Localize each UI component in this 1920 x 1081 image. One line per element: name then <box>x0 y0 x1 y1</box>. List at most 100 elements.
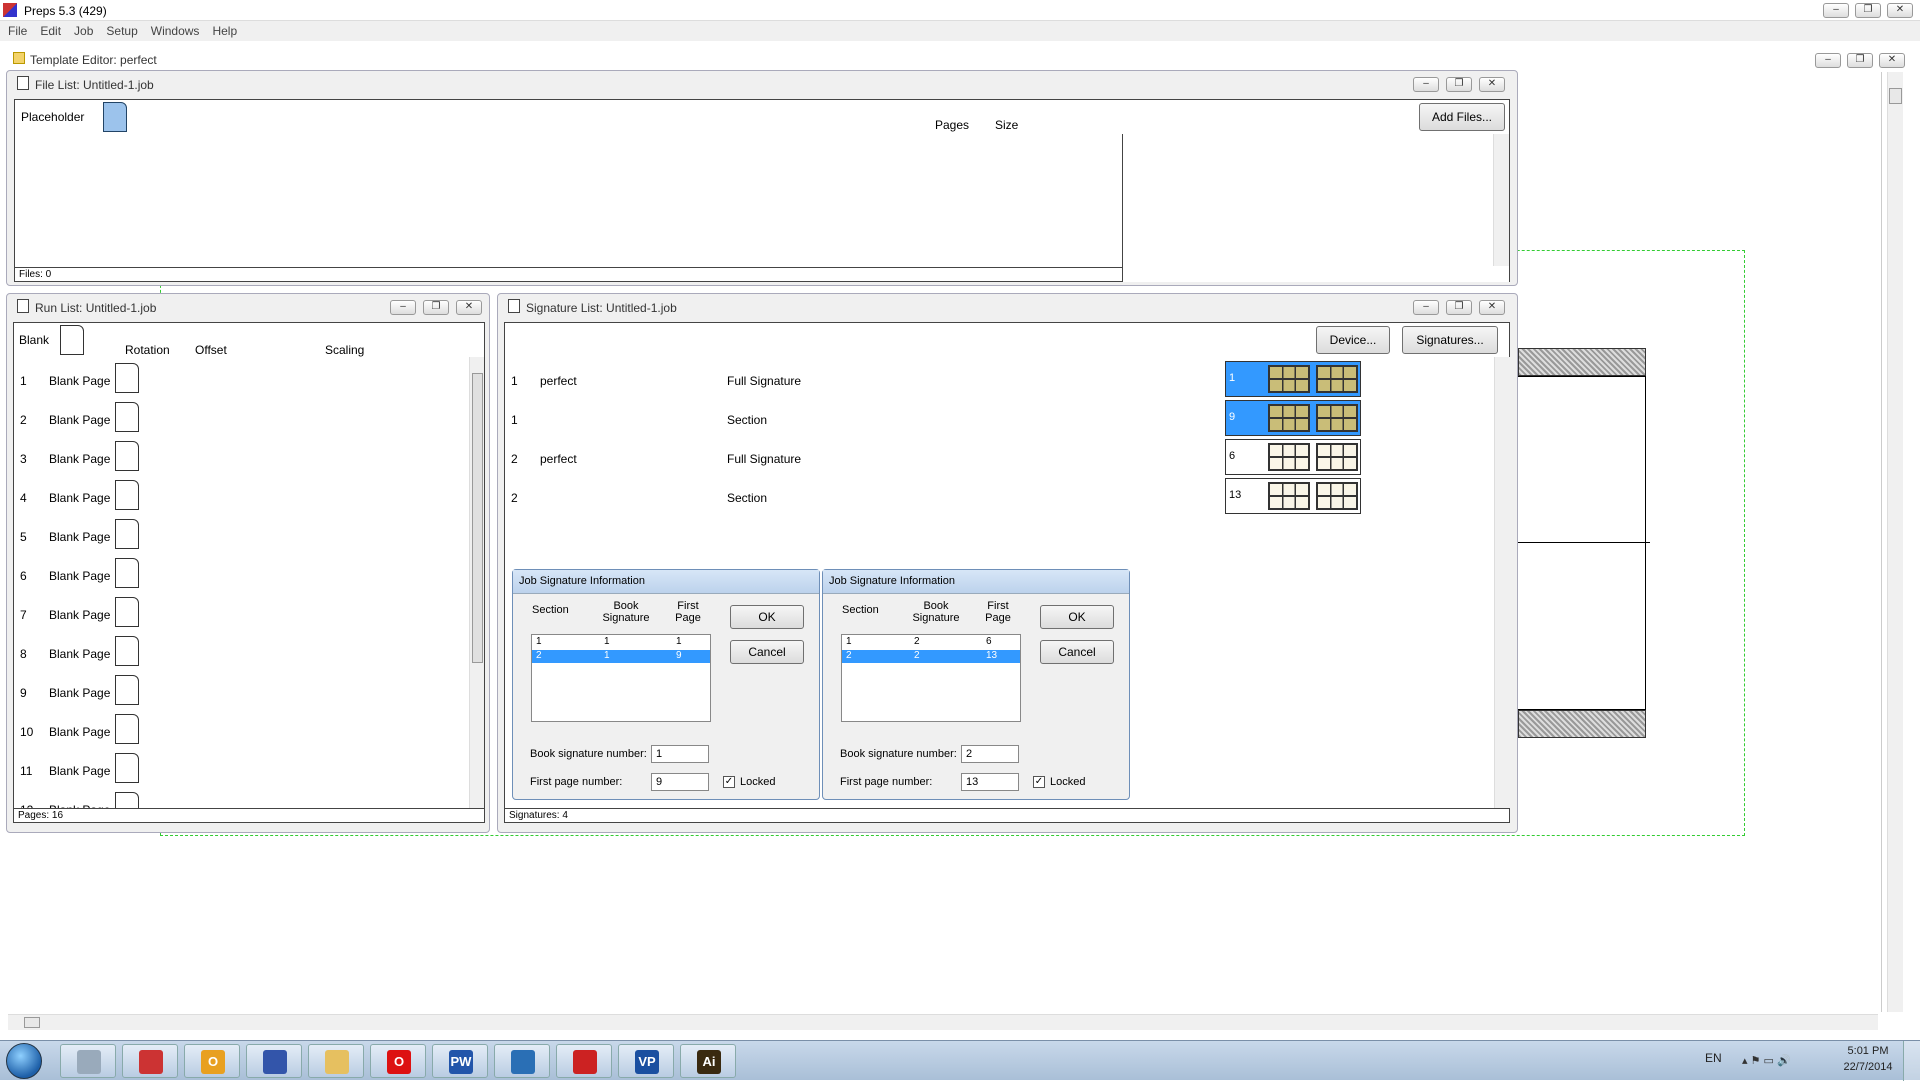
listbox-row[interactable]: 1 1 1 <box>532 636 710 649</box>
listbox-row[interactable]: 2 2 13 <box>842 650 1020 663</box>
signature-listbox[interactable]: 1 1 1 2 1 9 <box>531 634 711 722</box>
book-signature-input[interactable]: 1 <box>651 745 709 763</box>
menu-file[interactable]: File <box>0 21 32 38</box>
te-minimize-button[interactable]: – <box>1815 53 1841 68</box>
pdf-icon <box>573 1050 597 1074</box>
taskbar-app-button[interactable] <box>494 1044 550 1078</box>
menu-job[interactable]: Job <box>66 21 98 38</box>
fl-minimize-button[interactable]: – <box>1413 77 1439 92</box>
sheet-front-icon <box>1268 365 1310 393</box>
ok-button[interactable]: OK <box>730 605 804 629</box>
scroll-thumb[interactable] <box>472 373 483 663</box>
language-indicator[interactable]: EN <box>1705 1051 1722 1065</box>
signature-thumbnails[interactable]: 6 <box>1225 439 1361 475</box>
sl-minimize-button[interactable]: – <box>1413 300 1439 315</box>
signature-thumbnails[interactable]: 9 <box>1225 400 1361 436</box>
tray-icons[interactable]: ▴ ⚑ ▭ 🔊 <box>1742 1054 1791 1067</box>
col-rotation: Rotation <box>125 343 170 357</box>
signature-thumbnails[interactable]: 13 <box>1225 478 1361 514</box>
listbox-row[interactable]: 1 2 6 <box>842 636 1020 649</box>
run-list-row[interactable]: 4 Blank Page <box>14 477 469 516</box>
run-list-row[interactable]: 2 Blank Page <box>14 399 469 438</box>
run-list-row[interactable]: 1 Blank Page <box>14 360 469 399</box>
te-restore-button[interactable]: ❐ <box>1847 53 1873 68</box>
rl-restore-button[interactable]: ❐ <box>423 300 449 315</box>
cancel-button[interactable]: Cancel <box>730 640 804 664</box>
taskbar-app-button[interactable] <box>60 1044 116 1078</box>
sl-restore-button[interactable]: ❐ <box>1446 300 1472 315</box>
placeholder-document-icon[interactable] <box>103 102 127 132</box>
taskbar-app-button[interactable] <box>122 1044 178 1078</box>
rl-close-button[interactable]: ✕ <box>456 300 482 315</box>
signature-row[interactable]: 1 Section 9 <box>505 399 1490 438</box>
add-files-button[interactable]: Add Files... <box>1419 103 1505 131</box>
start-page: 6 <box>1229 450 1236 462</box>
signatures-button[interactable]: Signatures... <box>1402 326 1498 354</box>
blank-page-icon[interactable] <box>60 325 84 355</box>
te-vertical-scrollbar[interactable] <box>1887 72 1903 1012</box>
signature-listbox[interactable]: 1 2 6 2 2 13 <box>841 634 1021 722</box>
run-list-row[interactable]: 5 Blank Page <box>14 516 469 555</box>
file-list-status: Files: 0 <box>14 267 1123 282</box>
te-close-button[interactable]: ✕ <box>1879 53 1905 68</box>
run-list-row[interactable]: 10 Blank Page <box>14 711 469 750</box>
clock-time[interactable]: 5:01 PM <box>1838 1045 1898 1057</box>
taskbar-app-button[interactable] <box>246 1044 302 1078</box>
show-desktop-button[interactable] <box>1903 1041 1920 1081</box>
row-section: 1 <box>846 636 852 647</box>
book-signature-input[interactable]: 2 <box>961 745 1019 763</box>
minimize-button[interactable]: – <box>1823 3 1849 18</box>
row-number: 2 <box>20 413 27 427</box>
signature-row[interactable]: 2 perfect Full Signature 6 <box>505 438 1490 477</box>
menu-edit[interactable]: Edit <box>32 21 66 38</box>
fl-restore-button[interactable]: ❐ <box>1446 77 1472 92</box>
start-page: 1 <box>1229 372 1236 384</box>
taskbar-app-button[interactable]: O <box>370 1044 426 1078</box>
close-button[interactable]: ✕ <box>1887 3 1913 18</box>
app-title-bar: Preps 5.3 (429) – ❐ ✕ <box>0 0 1920 21</box>
preview-scrollbar[interactable] <box>1493 134 1509 266</box>
signature-row[interactable]: 2 Section 13 <box>505 477 1490 516</box>
locked-checkbox[interactable]: ✓ <box>1033 776 1045 788</box>
first-page-input[interactable]: 13 <box>961 773 1019 791</box>
first-page-input[interactable]: 9 <box>651 773 709 791</box>
menu-windows[interactable]: Windows <box>143 21 205 38</box>
save-icon <box>263 1050 287 1074</box>
locked-checkbox[interactable]: ✓ <box>723 776 735 788</box>
signature-name: perfect <box>540 452 577 466</box>
signature-thumbnails[interactable]: 1 <box>1225 361 1361 397</box>
start-button[interactable] <box>6 1043 42 1079</box>
file-list-panel: File List: Untitled-1.job – ❐ ✕ Placehol… <box>6 70 1518 286</box>
signature-list-scrollbar[interactable] <box>1494 357 1510 809</box>
run-list-row[interactable]: 11 Blank Page <box>14 750 469 789</box>
sl-close-button[interactable]: ✕ <box>1479 300 1505 315</box>
taskbar-app-button[interactable] <box>308 1044 364 1078</box>
taskbar-app-button[interactable]: PW <box>432 1044 488 1078</box>
file-list-header: Placeholder Pages Size Add Files... <box>14 99 1510 135</box>
document-icon <box>17 299 29 313</box>
device-button[interactable]: Device... <box>1316 326 1390 354</box>
listbox-row[interactable]: 2 1 9 <box>532 650 710 663</box>
run-list-row[interactable]: 12Blank Page <box>14 789 469 808</box>
run-list-row[interactable]: 9 Blank Page <box>14 672 469 711</box>
run-list-row[interactable]: 8 Blank Page <box>14 633 469 672</box>
taskbar-app-button[interactable]: O <box>184 1044 240 1078</box>
fl-close-button[interactable]: ✕ <box>1479 77 1505 92</box>
run-list-row[interactable]: 6 Blank Page <box>14 555 469 594</box>
ok-button[interactable]: OK <box>1040 605 1114 629</box>
run-list-row[interactable]: 7 Blank Page <box>14 594 469 633</box>
cancel-button[interactable]: Cancel <box>1040 640 1114 664</box>
run-list-scrollbar[interactable] <box>469 357 484 808</box>
taskbar-app-button[interactable]: VP <box>618 1044 674 1078</box>
restore-button[interactable]: ❐ <box>1855 3 1881 18</box>
te-horizontal-scrollbar[interactable] <box>8 1014 1878 1030</box>
clock-date[interactable]: 22/7/2014 <box>1838 1061 1898 1073</box>
menu-help[interactable]: Help <box>204 21 242 38</box>
rl-minimize-button[interactable]: – <box>390 300 416 315</box>
signature-row[interactable]: 1 perfect Full Signature 1 <box>505 360 1490 399</box>
book-signature-label: Book signature number: <box>530 748 647 760</box>
menu-setup[interactable]: Setup <box>98 21 142 38</box>
taskbar-app-button[interactable] <box>556 1044 612 1078</box>
taskbar-app-button[interactable]: Ai <box>680 1044 736 1078</box>
run-list-row[interactable]: 3 Blank Page <box>14 438 469 477</box>
